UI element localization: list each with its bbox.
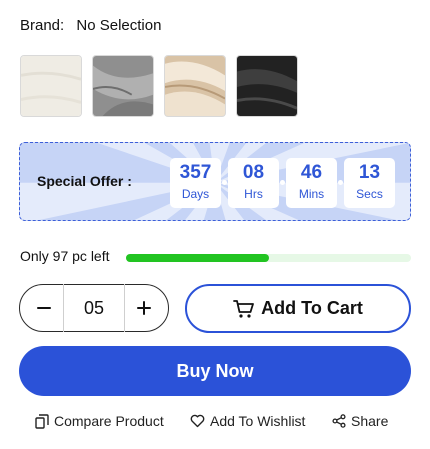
share-link[interactable]: Share (332, 413, 388, 429)
add-to-cart-label: Add To Cart (261, 298, 363, 318)
buy-now-button[interactable]: Buy Now (19, 346, 411, 396)
stock-text: Only 97 pc left (20, 248, 110, 264)
hours-value: 08 (242, 162, 265, 183)
brand-label: Brand: (20, 17, 65, 34)
add-to-wishlist-label: Add To Wishlist (210, 413, 306, 429)
brand-value: No Selection (76, 17, 162, 34)
decrease-quantity-button[interactable] (26, 290, 62, 326)
swatch-list (20, 55, 298, 117)
quantity-stepper: 05 (19, 284, 169, 332)
buy-now-label: Buy Now (176, 360, 254, 381)
special-offer-banner: Special Offer : 357 Days 08 Hrs 46 Mins … (19, 142, 411, 221)
swatch-grey[interactable] (92, 55, 154, 117)
heart-icon (190, 414, 205, 428)
separator-dot (338, 180, 343, 185)
swatch-black[interactable] (236, 55, 298, 117)
compare-product-label: Compare Product (54, 413, 164, 429)
grey-fabric-image (93, 56, 153, 116)
separator-dot (222, 180, 227, 185)
seconds-unit: Secs (356, 187, 383, 201)
minutes-unit: Mins (298, 187, 325, 201)
swatch-champagne[interactable] (164, 55, 226, 117)
countdown-hours: 08 Hrs (228, 158, 285, 208)
add-to-cart-button[interactable]: Add To Cart (185, 284, 411, 333)
days-value: 357 (179, 162, 212, 183)
stock-progress-fill (126, 254, 269, 262)
hours-unit: Hrs (244, 187, 263, 201)
stock-progress-bar (126, 254, 411, 262)
share-label: Share (351, 413, 389, 429)
add-to-wishlist-link[interactable]: Add To Wishlist (190, 413, 305, 429)
special-offer-label: Special Offer : (37, 173, 132, 189)
days-unit: Days (181, 187, 210, 201)
minutes-value: 46 (300, 162, 323, 183)
countdown-days: 357 Days (170, 158, 227, 208)
share-icon (332, 414, 346, 428)
increase-quantity-button[interactable] (126, 290, 162, 326)
swatch-cream[interactable] (20, 55, 82, 117)
brand-row: Brand: No Selection (20, 17, 161, 34)
countdown-minutes: 46 Mins (286, 158, 343, 208)
champagne-fabric-image (165, 56, 225, 116)
countdown-timer: 357 Days 08 Hrs 46 Mins 13 Secs (170, 158, 395, 208)
countdown-seconds: 13 Secs (344, 158, 395, 208)
minus-icon (37, 307, 51, 309)
compare-icon (35, 413, 49, 429)
separator-dot (280, 180, 285, 185)
quantity-value[interactable]: 05 (63, 284, 125, 332)
cart-icon (233, 299, 255, 318)
black-fabric-image (237, 56, 297, 116)
seconds-value: 13 (358, 162, 381, 183)
cream-fabric-image (21, 56, 81, 116)
compare-product-link[interactable]: Compare Product (35, 413, 164, 429)
plus-icon (137, 301, 151, 315)
